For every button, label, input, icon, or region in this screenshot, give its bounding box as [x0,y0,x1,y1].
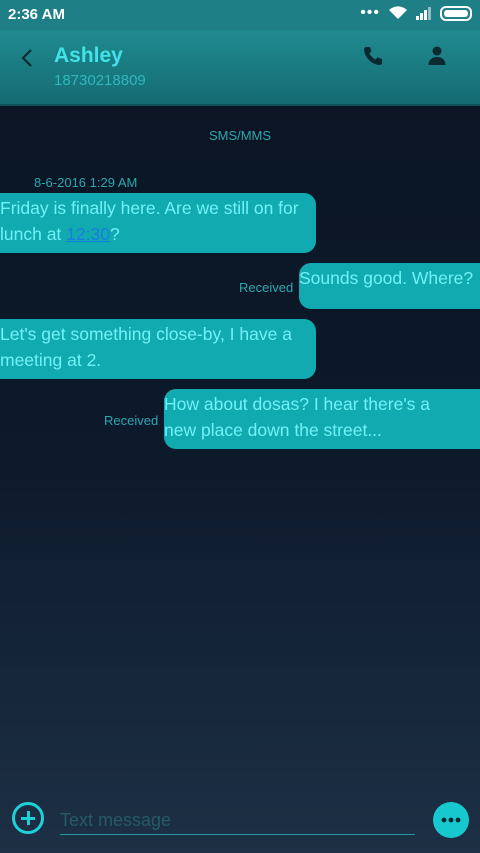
message-text: lunch at 12:30? [0,224,120,244]
status-time: 2:36 AM [8,6,65,23]
message-text: Let's get something close-by, I have a [0,324,292,344]
status-bar: 2:36 AM ••• [0,0,480,30]
contact-name: Ashley [54,44,123,67]
wifi-icon [389,6,407,19]
contact-number: 18730218809 [54,72,146,89]
message-composer [0,790,480,853]
channel-label: SMS/MMS [208,128,272,143]
received-status: Received [239,280,294,295]
contact-profile-icon[interactable] [425,44,449,68]
more-dots-icon: ••• [360,4,380,21]
battery-icon [440,5,472,21]
time-link[interactable]: 12:30 [66,224,110,244]
received-status: Received [104,413,159,428]
message-text: How about dosas? I hear there's a [164,394,431,414]
message-text: meeting at 2. [0,350,102,370]
more-options-button[interactable] [433,802,469,838]
message-bubble-outgoing[interactable]: Let's get something close-by, I have a m… [0,319,316,379]
signal-icon [416,7,431,20]
message-bubble-incoming[interactable]: Sounds good. Where? [299,263,480,309]
message-text: Sounds good. Where? [299,268,474,288]
conversation-header: Ashley 18730218809 [0,30,480,106]
status-icons: ••• [360,5,472,21]
message-bubble-incoming[interactable]: How about dosas? I hear there's a new pl… [164,389,480,449]
back-arrow-icon[interactable] [14,44,42,72]
phone-icon[interactable] [361,44,385,68]
message-timestamp: 8-6-2016 1:29 AM [34,175,138,190]
message-text: Friday is finally here. Are we still on … [0,198,299,218]
message-input[interactable] [60,806,415,835]
add-attachment-button[interactable] [12,802,44,834]
message-text: new place down the street... [164,420,382,440]
more-dots-icon [441,817,461,823]
message-bubble-outgoing[interactable]: Friday is finally here. Are we still on … [0,193,316,253]
